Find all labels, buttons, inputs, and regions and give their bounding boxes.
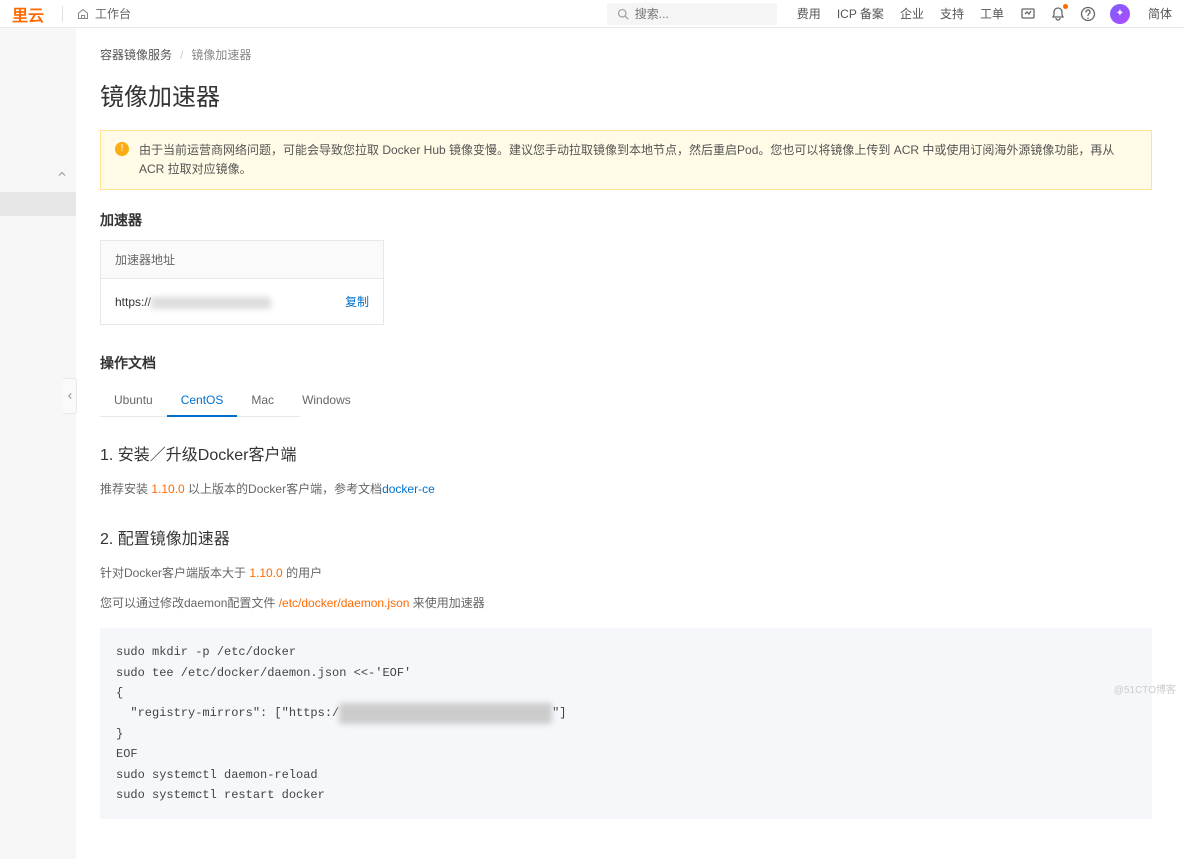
screen-icon[interactable] (1020, 6, 1036, 22)
search-box[interactable] (607, 3, 777, 25)
sidebar-collapse[interactable] (0, 28, 76, 180)
link-support[interactable]: 支持 (940, 5, 964, 22)
version-text: 1.10.0 (151, 482, 184, 496)
search-icon (617, 8, 629, 20)
sidebar-active-item[interactable] (0, 192, 76, 216)
tab-windows[interactable]: Windows (288, 385, 365, 416)
search-input[interactable] (635, 7, 767, 21)
layout: 容器镜像服务 / 镜像加速器 镜像加速器 ! 由于当前运营商网络问题，可能会导致… (0, 28, 1184, 859)
accelerator-box: 加速器地址 https:// 复制 (100, 240, 384, 325)
language-switch[interactable]: 简体 (1148, 5, 1172, 22)
page-title: 镜像加速器 (100, 77, 1152, 112)
tab-ubuntu[interactable]: Ubuntu (100, 385, 167, 416)
alert-text: 由于当前运营商网络问题，可能会导致您拉取 Docker Hub 镜像变慢。建议您… (139, 141, 1137, 179)
divider (62, 6, 63, 22)
avatar[interactable]: ✦ (1110, 4, 1130, 24)
accelerator-section-title: 加速器 (100, 210, 1152, 230)
home-icon (77, 8, 89, 20)
docker-ce-link[interactable]: docker-ce (382, 482, 435, 496)
link-fee[interactable]: 费用 (797, 5, 821, 22)
tab-mac[interactable]: Mac (237, 385, 288, 416)
main-content: 容器镜像服务 / 镜像加速器 镜像加速器 ! 由于当前运营商网络问题，可能会导致… (76, 28, 1176, 859)
link-icp[interactable]: ICP 备案 (837, 5, 884, 22)
link-ticket[interactable]: 工单 (980, 5, 1004, 22)
workspace-button[interactable]: 工作台 (77, 5, 131, 22)
copy-button[interactable]: 复制 (345, 293, 369, 310)
docs-section-title: 操作文档 (100, 353, 1152, 373)
help-icon[interactable] (1080, 6, 1096, 22)
step2-line2: 您可以通过修改daemon配置文件 /etc/docker/daemon.jso… (100, 593, 1152, 615)
os-tabs: Ubuntu CentOS Mac Windows (100, 385, 300, 417)
notification-dot (1063, 4, 1068, 9)
code-block[interactable]: sudo mkdir -p /etc/docker sudo tee /etc/… (100, 628, 1152, 819)
warning-icon: ! (115, 142, 129, 156)
bell-icon[interactable] (1050, 6, 1066, 22)
top-bar: 里云 工作台 费用 ICP 备案 企业 支持 工单 ✦ (0, 0, 1184, 28)
sidebar (0, 28, 76, 859)
breadcrumb-parent[interactable]: 容器镜像服务 (100, 46, 172, 63)
top-icons: ✦ (1020, 4, 1130, 24)
warning-alert: ! 由于当前运营商网络问题，可能会导致您拉取 Docker Hub 镜像变慢。建… (100, 130, 1152, 190)
tab-centos[interactable]: CentOS (167, 385, 238, 417)
accelerator-header: 加速器地址 (101, 241, 383, 279)
breadcrumb: 容器镜像服务 / 镜像加速器 (100, 46, 1152, 63)
step2-line1: 针对Docker客户端版本大于 1.10.0 的用户 (100, 563, 1152, 585)
accelerator-body: https:// 复制 (101, 279, 383, 324)
link-enterprise[interactable]: 企业 (900, 5, 924, 22)
daemon-path: /etc/docker/daemon.json (279, 596, 410, 610)
watermark: @51CTO博客 (1114, 681, 1176, 696)
workspace-label: 工作台 (95, 5, 131, 22)
logo[interactable]: 里云 (12, 2, 48, 26)
breadcrumb-current: 镜像加速器 (191, 46, 251, 63)
step1-text: 推荐安装 1.10.0 以上版本的Docker客户端，参考文档docker-ce (100, 479, 1152, 501)
avatar-circle: ✦ (1110, 4, 1130, 24)
sidebar-expand-handle[interactable] (63, 378, 77, 414)
top-links: 费用 ICP 备案 企业 支持 工单 (797, 5, 1004, 22)
step2-title: 2. 配置镜像加速器 (100, 525, 1152, 549)
accelerator-url: https:// (115, 295, 271, 309)
breadcrumb-sep: / (180, 48, 183, 62)
step1-title: 1. 安装／升级Docker客户端 (100, 441, 1152, 465)
